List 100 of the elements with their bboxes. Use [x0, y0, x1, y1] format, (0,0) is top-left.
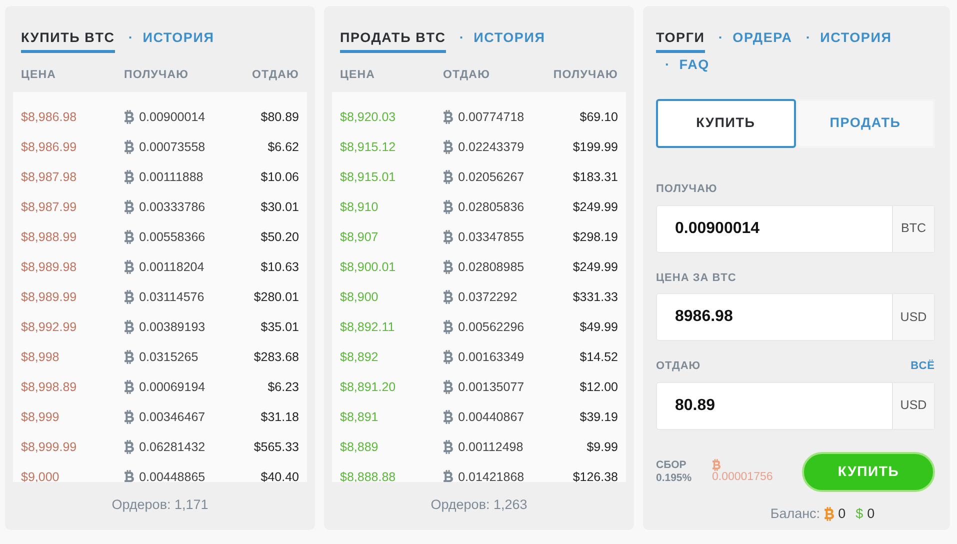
total-cell-text: $6.23: [268, 378, 299, 396]
amount-cell-text: 0.02056267: [458, 168, 524, 186]
bitcoin-icon: [443, 260, 454, 274]
bitcoin-icon: [124, 470, 134, 482]
tab[interactable]: КУПИТЬ BTC: [21, 26, 115, 53]
amount-cell-text: 0.03347855: [458, 228, 524, 246]
tab[interactable]: ПРОДАТЬ BTC: [340, 26, 446, 53]
bitcoin-icon: [443, 470, 454, 482]
price-cell-text: $8,891: [340, 408, 380, 426]
amount-cell-text: 0.03114576: [139, 288, 204, 306]
fee-rate: 0.195%: [656, 472, 693, 484]
price-cell-text: $9,000: [21, 468, 60, 482]
bitcoin-icon: [124, 140, 134, 154]
column-header: ОТДАЮ: [443, 68, 492, 83]
amount-cell-text: 0.00774718: [458, 108, 524, 126]
amount-cell-text: 0.00448865: [139, 468, 206, 482]
field-label: ЦЕНА ЗА BTC: [656, 270, 736, 286]
price-cell-text: $8,889: [340, 438, 380, 456]
field-box[interactable]: 0.00900014 BTC: [656, 204, 935, 252]
amount-cell-text: 0.00111888: [139, 168, 204, 186]
total-cell-text: $199.99: [572, 138, 618, 156]
order-count: Ордеров: 1,263: [430, 496, 528, 514]
amount-cell-text: 0.00333786: [139, 198, 206, 216]
price-cell-text: $8,915.01: [340, 168, 397, 186]
amount-cell-text: 0.00069194: [139, 378, 206, 396]
separator-dot: ·: [128, 30, 134, 45]
total-cell-text: $30.01: [260, 198, 299, 216]
total-cell-text: $9.99: [586, 438, 618, 456]
total-cell-text: $80.89: [260, 108, 299, 126]
field-label: ПОЛУЧАЮ: [656, 182, 718, 197]
buy-mode-button[interactable]: КУПИТЬ: [656, 99, 796, 148]
price-cell-text: $8,892: [340, 348, 380, 366]
price-cell-text: $8,891.20: [340, 378, 397, 396]
bitcoin-icon: [443, 410, 454, 424]
field-box[interactable]: 8986.98 USD: [656, 293, 935, 341]
order-count: Ордеров: 1,171: [110, 496, 210, 514]
input-field[interactable]: 0.00900014: [657, 206, 892, 252]
total-cell-text: $69.10: [580, 108, 618, 126]
unit-label: USD: [892, 294, 934, 340]
bitcoin-icon: [443, 320, 454, 334]
column-header: ПОЛУЧАЮ: [124, 68, 190, 83]
amount-cell-text: 0.02805836: [458, 198, 524, 216]
amount-cell-text: 0.00558366: [139, 228, 206, 246]
amount-cell-text: 0.00073558: [139, 138, 206, 156]
bitcoin-icon: [124, 320, 134, 334]
bitcoin-icon: [124, 170, 134, 184]
total-cell-text: $6.62: [268, 138, 299, 156]
total-cell-text: $183.31: [572, 168, 618, 186]
bitcoin-icon: [824, 506, 834, 521]
bitcoin-icon: [712, 459, 721, 471]
price-cell-text: $8,900.01: [340, 258, 397, 276]
btc-balance: 0: [838, 504, 846, 522]
total-cell-text: $50.20: [260, 228, 299, 246]
bitcoin-icon: [124, 440, 134, 454]
bitcoin-icon: [443, 350, 454, 364]
price-cell-text: $8,999: [21, 408, 60, 426]
field-box[interactable]: 80.89 USD: [656, 382, 935, 430]
total-cell-text: $280.01: [254, 288, 299, 306]
bitcoin-icon: [124, 200, 134, 214]
price-cell-text: $8,892.11: [340, 318, 396, 336]
price-cell-text: $8,989.98: [21, 258, 78, 276]
total-cell-text: $249.99: [572, 198, 618, 216]
price-cell-text: $8,900: [340, 288, 380, 306]
input-field[interactable]: 8986.98: [657, 294, 892, 340]
price-cell-text: $8,987.98: [21, 168, 78, 186]
price-cell-text: $8,998: [21, 348, 60, 366]
amount-cell-text: 0.06281432: [139, 438, 206, 456]
bitcoin-icon: [443, 110, 454, 124]
bitcoin-icon: [443, 200, 454, 214]
bitcoin-icon: [124, 290, 134, 304]
amount-cell-text: 0.00562296: [458, 318, 524, 336]
bitcoin-icon: [124, 350, 134, 364]
column-header: ЦЕНА: [21, 68, 58, 83]
amount-cell-text: 0.01421868: [458, 468, 524, 482]
column-header: ЦЕНА: [340, 68, 376, 83]
total-cell-text: $298.19: [572, 228, 618, 246]
price-cell-text: $8,989.99: [21, 288, 78, 306]
bitcoin-icon: [443, 140, 454, 154]
separator-dot: ·: [806, 30, 812, 45]
usd-balance: 0: [867, 504, 875, 522]
amount-cell-text: 0.02808985: [458, 258, 524, 276]
amount-cell-text: 0.00135077: [458, 378, 524, 396]
price-cell-text: $8,987.99: [21, 198, 78, 216]
separator-dot: ·: [718, 30, 724, 45]
tab[interactable]: ТОРГИ: [656, 26, 705, 53]
price-cell-text: $8,986.98: [21, 108, 78, 126]
unit-label: USD: [892, 382, 934, 428]
total-cell-text: $283.68: [254, 348, 299, 366]
fee-label: СБОР: [656, 458, 688, 472]
price-cell-text: $8,998.89: [21, 378, 78, 396]
input-field[interactable]: 80.89: [657, 382, 892, 428]
total-cell-text: $14.52: [580, 348, 618, 366]
total-cell-text: $35.01: [260, 318, 299, 336]
column-header: ПОЛУЧАЮ: [553, 68, 618, 83]
field-label: ОТДАЮ: [656, 359, 701, 374]
column-header: ОТДАЮ: [252, 68, 299, 83]
price-cell-text: $8,999.99: [21, 438, 78, 456]
unit-label: BTC: [892, 206, 934, 252]
separator-dot: ·: [665, 57, 670, 72]
total-cell-text: $331.33: [572, 288, 618, 306]
